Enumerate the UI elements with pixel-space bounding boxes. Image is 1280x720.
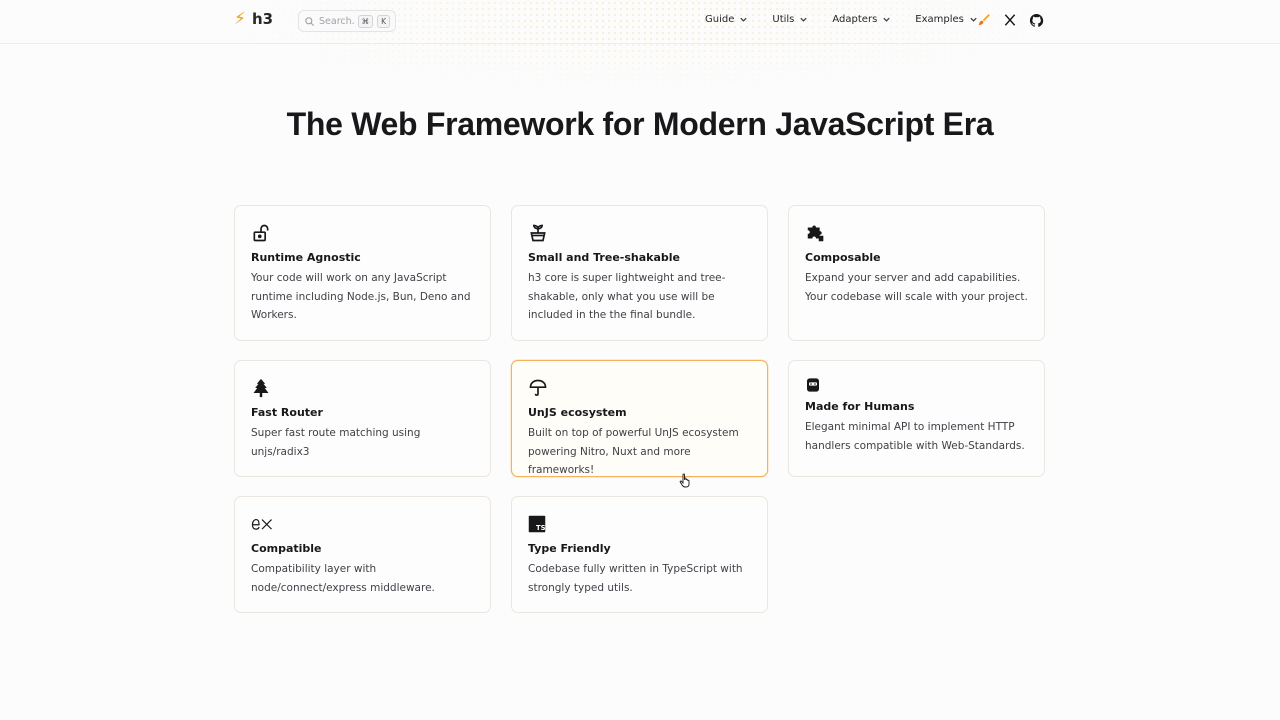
feature-description: Your code will work on any JavaScript ru… (251, 272, 471, 321)
typescript-icon: TS (528, 513, 550, 535)
feature-card-made-for-humans[interactable]: Made for Humans Elegant minimal API to i… (788, 360, 1045, 477)
chevron-down-icon (740, 17, 748, 22)
feature-card-runtime-agnostic[interactable]: Runtime Agnostic Your code will work on … (234, 205, 491, 341)
feature-card-type-friendly[interactable]: TS Type Friendly Codebase fully written … (511, 496, 768, 613)
nav-utils-label: Utils (772, 14, 795, 25)
feature-card-composable[interactable]: Composable Expand your server and add ca… (788, 205, 1045, 341)
shortcut-cmd-key: ⌘ (357, 14, 374, 28)
brush-icon[interactable] (976, 12, 992, 28)
nav-utils[interactable]: Utils (772, 14, 808, 25)
feature-description: Built on top of powerful UnJS ecosystem … (528, 427, 739, 476)
feature-title: UnJS ecosystem (528, 406, 627, 419)
nav-examples[interactable]: Examples (915, 14, 978, 25)
x-twitter-icon[interactable] (1002, 12, 1018, 28)
github-icon[interactable] (1028, 12, 1044, 28)
lightning-bolt-icon: ⚡ (234, 8, 246, 29)
feature-title: Small and Tree-shakable (528, 251, 680, 264)
search-button[interactable]: Search... ⌘ K (298, 10, 396, 32)
plant-pot-icon (528, 222, 550, 244)
feature-description: Expand your server and add capabilities.… (805, 272, 1028, 303)
feature-description: Compatibility layer with node/connect/ex… (251, 563, 435, 594)
svg-text:TS: TS (536, 524, 546, 532)
feature-title: Runtime Agnostic (251, 251, 361, 264)
nav-guide[interactable]: Guide (705, 14, 748, 25)
header-icon-group (976, 12, 1044, 28)
feature-description: h3 core is super lightweight and tree-sh… (528, 272, 726, 321)
search-icon (305, 16, 315, 26)
hand-cursor-icon (679, 473, 692, 492)
page-title: The Web Framework for Modern JavaScript … (286, 106, 994, 142)
feature-description: Super fast route matching using unjs/rad… (251, 427, 421, 458)
search-placeholder: Search... (319, 15, 354, 27)
nav-adapters-label: Adapters (832, 14, 878, 25)
puzzle-icon (805, 222, 827, 244)
chevron-down-icon (883, 17, 890, 22)
feature-card-compatible[interactable]: Compatible Compatibility layer with node… (234, 496, 491, 613)
feature-card-fast-router[interactable]: Fast Router Super fast route matching us… (234, 360, 491, 477)
main-nav: Guide Utils Adapters Examples (705, 14, 978, 25)
feature-title: Made for Humans (805, 400, 915, 413)
feature-title: Compatible (251, 542, 322, 555)
robot-icon (805, 377, 827, 393)
feature-title: Composable (805, 251, 881, 264)
umbrella-icon (528, 377, 550, 399)
feature-title: Type Friendly (528, 542, 611, 555)
feature-description: Codebase fully written in TypeScript wit… (528, 563, 743, 594)
feature-card-small-tree-shakable[interactable]: Small and Tree-shakable h3 core is super… (511, 205, 768, 341)
feature-description: Elegant minimal API to implement HTTP ha… (805, 421, 1025, 452)
nav-examples-label: Examples (915, 14, 964, 25)
logo[interactable]: ⚡ h3 (234, 10, 273, 28)
logo-text: h3 (251, 10, 274, 28)
feature-card-unjs-ecosystem[interactable]: UnJS ecosystem Built on top of powerful … (511, 360, 768, 477)
top-navbar: ⚡ h3 Search... ⌘ K Guide Utils Adapters … (0, 0, 1280, 44)
nav-guide-label: Guide (705, 14, 735, 25)
nav-adapters[interactable]: Adapters (832, 14, 891, 25)
shortcut-k-key: K (377, 14, 390, 28)
tree-icon (251, 377, 273, 399)
feature-title: Fast Router (251, 406, 323, 419)
chevron-down-icon (800, 17, 808, 22)
express-icon (251, 513, 273, 535)
unlock-icon (251, 222, 273, 244)
